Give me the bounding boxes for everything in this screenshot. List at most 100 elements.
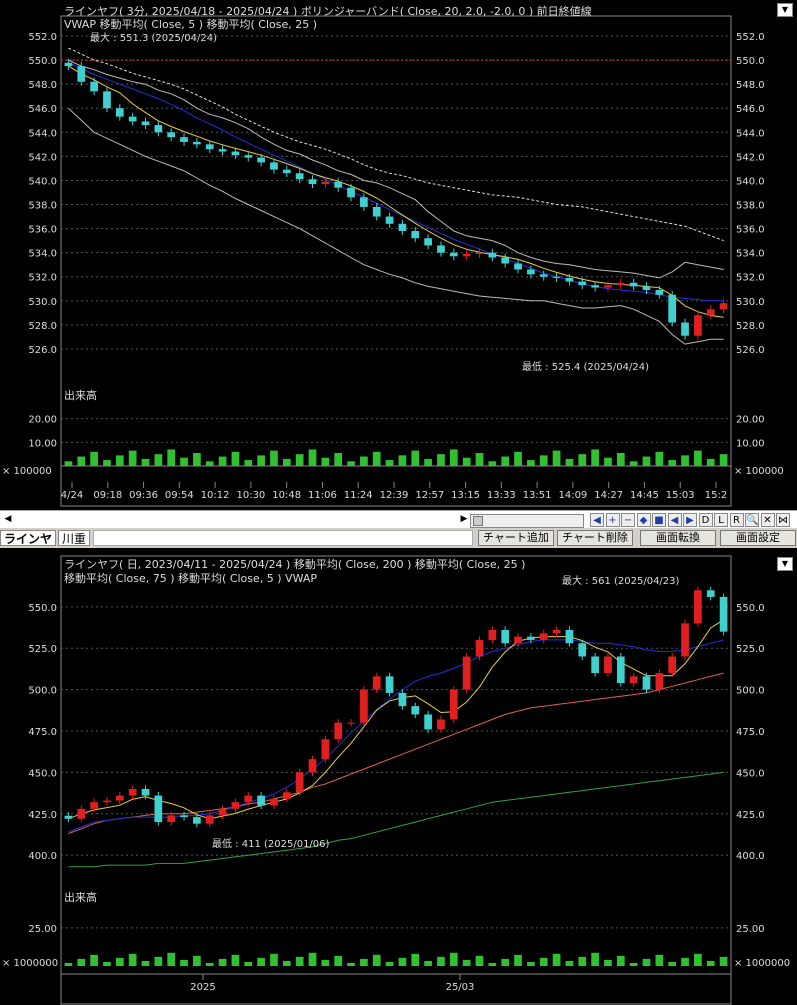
scroll-track[interactable] <box>470 514 584 528</box>
delete-chart-button[interactable]: チャート削除 <box>557 530 633 546</box>
top-volume-label: 出来高 <box>64 388 97 402</box>
candle-body <box>514 636 522 644</box>
volume-bar <box>578 956 587 966</box>
scroll-right-arrow-icon[interactable]: ▶ <box>458 513 470 525</box>
y-tick-label-right: 534.0 <box>736 249 765 260</box>
candle-body <box>90 802 98 809</box>
screen-settings-button[interactable]: 画面設定 <box>720 530 796 546</box>
top-yticks: 552.0 552.0 550.0 550.0 548.0 548.0 546.0 546.0… <box>28 32 764 449</box>
tab-kawaju[interactable]: 川重 <box>58 530 90 546</box>
candle-body <box>604 285 612 288</box>
candle-body <box>668 294 677 323</box>
bottom-xticks: 2025 25/03 <box>190 974 474 993</box>
candle-body <box>270 162 278 170</box>
x-tick-label: 4/24 <box>61 490 83 501</box>
volume-bar <box>257 455 265 466</box>
top-min-label: 最低 : 525.4 (2025/04/24) <box>522 360 649 373</box>
volume-bar <box>193 955 201 966</box>
nav-button-4[interactable]: ■ <box>652 513 666 527</box>
volume-bar <box>334 955 343 966</box>
volume-bar <box>501 456 510 466</box>
volume-bar <box>424 458 432 466</box>
ma75-line <box>68 672 724 835</box>
ma5-line <box>68 65 724 318</box>
volume-bar <box>77 456 86 466</box>
volume-bar <box>385 961 394 966</box>
y-tick-label-left: 546.0 <box>28 104 57 115</box>
candle-body <box>411 706 420 715</box>
top-volume-scale-left: × 100000 <box>2 466 52 477</box>
bottom-panel-menu-button[interactable]: ▼ <box>777 557 793 571</box>
candle-body <box>604 656 612 674</box>
candle-body <box>231 802 240 809</box>
nav-button-0[interactable]: ◀ <box>590 513 604 527</box>
candle-body <box>218 808 227 816</box>
y-tick-label-right: 530.0 <box>736 297 765 308</box>
nav-button-5[interactable]: ◀ <box>667 513 682 527</box>
volume-bar <box>115 455 124 466</box>
x-tick-label: 15:03 <box>666 490 695 501</box>
symbol-input[interactable] <box>93 530 473 546</box>
candle-body <box>334 181 343 188</box>
volume-bar <box>437 454 445 466</box>
nav-button-11[interactable]: ✕ <box>760 513 775 527</box>
candle-body <box>629 282 638 287</box>
candle-body <box>681 623 689 657</box>
x-tick-label: 10:12 <box>201 490 230 501</box>
nav-button-9[interactable]: R <box>729 513 744 527</box>
volume-bar <box>141 960 150 966</box>
volume-bar <box>334 452 343 466</box>
y-tick-label-left: 550.0 <box>28 56 57 67</box>
add-chart-button[interactable]: チャート追加 <box>478 530 554 546</box>
candle-body <box>141 788 150 796</box>
volume-bar <box>539 957 548 966</box>
candle-body <box>205 144 214 150</box>
volume-bar <box>411 953 420 966</box>
volume-bar <box>668 460 677 466</box>
bottom-volume-scale-right: × 1000000 <box>734 958 790 969</box>
switch-screen-button[interactable]: 画面転換 <box>640 530 716 546</box>
candle-body <box>449 252 458 257</box>
volume-bar <box>282 960 291 966</box>
bollinger-lower-line <box>68 107 724 345</box>
nav-button-7[interactable]: D <box>698 513 713 527</box>
volume-bar <box>629 962 638 966</box>
nav-button-3[interactable]: ◆ <box>636 513 651 527</box>
nav-button-2[interactable]: − <box>621 513 635 527</box>
candle-body <box>128 788 137 796</box>
candle-body <box>334 722 343 740</box>
candle-body <box>527 636 535 640</box>
volume-bar <box>282 458 291 466</box>
candle-body <box>591 656 599 674</box>
y-tick-label-right: 500.0 <box>736 686 765 697</box>
volume-tick-right: 25.00 <box>736 924 765 935</box>
nav-button-6[interactable]: ▶ <box>683 513 697 527</box>
bottom-volume-scale-left: × 1000000 <box>2 958 58 969</box>
top-max-label: 最大 : 551.3 (2025/04/24) <box>90 31 217 44</box>
tab-lineyahoo[interactable]: ラインヤフ <box>0 530 56 562</box>
candle-body <box>462 656 471 690</box>
candle-body <box>103 800 111 803</box>
candle-body <box>385 676 394 693</box>
y-tick-label-left: 400.0 <box>28 851 57 862</box>
bottom-header-line1: ラインヤフ( 日, 2023/04/11 - 2025/04/24 ) 移動平均… <box>64 557 525 571</box>
nav-button-12[interactable]: ⋈ <box>776 513 790 527</box>
nav-button-8[interactable]: L <box>714 513 728 527</box>
scroll-left-arrow-icon[interactable]: ◀ <box>2 513 14 525</box>
x-tick-label: 25/03 <box>446 982 475 993</box>
candle-body <box>295 772 304 793</box>
candle-body <box>398 223 407 232</box>
candle-body <box>706 590 715 597</box>
x-tick-label: 15:2 <box>705 490 727 501</box>
volume-bar <box>437 956 445 966</box>
top-panel-menu-button[interactable]: ▼ <box>777 3 793 17</box>
nav-button-10[interactable]: 🔍 <box>745 513 759 527</box>
candle-body <box>681 322 689 336</box>
candle-body <box>295 173 304 180</box>
nav-button-1[interactable]: + <box>605 513 620 527</box>
candle-body <box>64 62 73 67</box>
volume-bar <box>270 953 278 966</box>
scroll-thumb[interactable] <box>473 516 483 526</box>
candle-body <box>578 643 587 657</box>
x-tick-label: 14:09 <box>558 490 587 501</box>
